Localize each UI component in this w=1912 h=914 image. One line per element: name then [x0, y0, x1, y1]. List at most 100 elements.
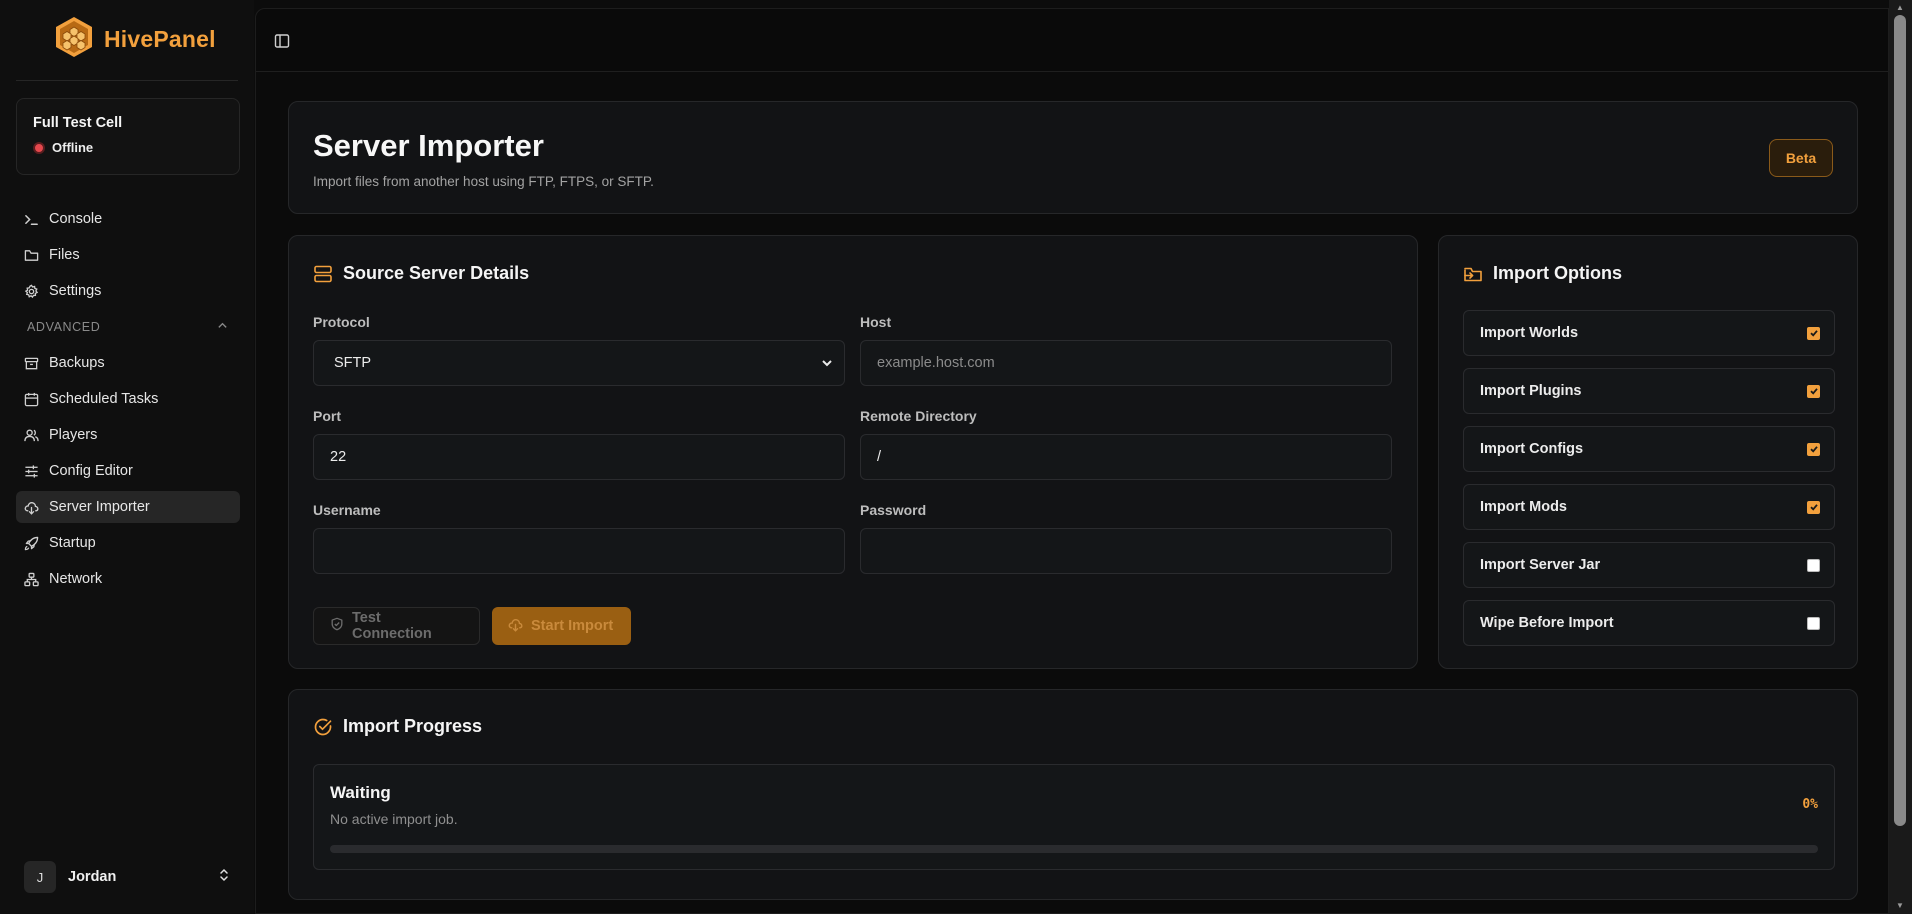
sidebar-item-config-editor[interactable]: Config Editor: [16, 455, 240, 487]
protocol-select[interactable]: SFTP: [313, 340, 845, 386]
progress-bar: [330, 845, 1818, 853]
checkbox-checked[interactable]: [1807, 442, 1820, 456]
sidebar-item-label: Server Importer: [49, 499, 150, 515]
protocol-label: Protocol: [313, 314, 370, 330]
option-wipe-before-import[interactable]: Wipe Before Import: [1463, 600, 1835, 646]
terminal-icon: [24, 212, 39, 227]
server-name: Full Test Cell: [33, 115, 123, 131]
chevron-down-icon: [820, 356, 834, 370]
checkbox-checked[interactable]: [1807, 384, 1820, 398]
sidebar-item-startup[interactable]: Startup: [16, 527, 240, 559]
option-label: Import Server Jar: [1480, 557, 1601, 573]
import-options-card: Import Options Import Worlds Import Plug…: [1438, 235, 1858, 669]
protocol-value: SFTP: [334, 355, 372, 371]
card-title: Source Server Details: [313, 263, 529, 284]
checkbox-checked[interactable]: [1807, 326, 1820, 340]
progress-detail: No active import job.: [330, 811, 458, 827]
scrollbar-thumb[interactable]: [1894, 15, 1906, 826]
avatar: J: [24, 861, 56, 893]
page-header-card: Server Importer Import files from anothe…: [288, 101, 1858, 214]
option-import-server-jar[interactable]: Import Server Jar: [1463, 542, 1835, 588]
honeycomb-logo-icon: [52, 15, 96, 64]
remote-directory-input[interactable]: /: [860, 434, 1392, 480]
sidebar-item-scheduled-tasks[interactable]: Scheduled Tasks: [16, 383, 240, 415]
sidebar-item-players[interactable]: Players: [16, 419, 240, 451]
host-input[interactable]: example.host.com: [860, 340, 1392, 386]
folder-icon: [24, 248, 39, 263]
option-import-mods[interactable]: Import Mods: [1463, 484, 1835, 530]
sidebar-toggle-icon[interactable]: [274, 33, 292, 51]
button-label: Start Import: [531, 618, 614, 634]
progress-percent: 0%: [1802, 797, 1818, 812]
server-status-label: Offline: [52, 140, 94, 155]
beta-badge: Beta: [1769, 139, 1833, 177]
checkbox-unchecked[interactable]: [1807, 616, 1820, 630]
source-server-card: Source Server Details Protocol SFTP Host…: [288, 235, 1418, 669]
start-import-button[interactable]: Start Import: [492, 607, 631, 645]
sidebar-item-label: Backups: [49, 355, 105, 371]
sidebar-item-network[interactable]: Network: [16, 563, 240, 595]
password-input[interactable]: [860, 528, 1392, 574]
sidebar-item-console[interactable]: Console: [16, 203, 240, 235]
brand-name: HivePanel: [104, 25, 216, 52]
rocket-icon: [24, 536, 39, 551]
scroll-down-arrow-icon[interactable]: ▼: [1895, 902, 1905, 910]
username-input[interactable]: [313, 528, 845, 574]
password-label: Password: [860, 502, 927, 518]
page-title: Server Importer: [313, 128, 544, 163]
option-label: Import Configs: [1480, 441, 1584, 457]
gear-icon: [24, 284, 39, 299]
section-label: ADVANCED: [27, 320, 101, 334]
option-label: Import Worlds: [1480, 325, 1579, 341]
sidebar-nav: Console Files Settings ADVANCED Backups: [16, 203, 240, 599]
scrollbar[interactable]: ▲ ▼: [1889, 0, 1912, 914]
sidebar-section-advanced[interactable]: ADVANCED: [16, 311, 240, 343]
network-icon: [24, 572, 39, 587]
sidebar-item-backups[interactable]: Backups: [16, 347, 240, 379]
option-import-plugins[interactable]: Import Plugins: [1463, 368, 1835, 414]
port-input[interactable]: 22: [313, 434, 845, 480]
remote-directory-label: Remote Directory: [860, 408, 977, 424]
brand[interactable]: HivePanel: [52, 16, 216, 62]
card-title: Import Options: [1463, 263, 1622, 284]
sidebar-item-label: Console: [49, 211, 103, 227]
host-label: Host: [860, 314, 892, 330]
sidebar-item-label: Players: [49, 427, 98, 443]
sidebar-item-label: Config Editor: [49, 463, 133, 479]
username-label: Username: [313, 502, 381, 518]
option-import-worlds[interactable]: Import Worlds: [1463, 310, 1835, 356]
import-progress-card: Import Progress Waiting No active import…: [288, 689, 1858, 900]
server-icon: [313, 264, 333, 284]
sidebar-item-label: Startup: [49, 535, 96, 551]
chevron-up-icon: [217, 320, 228, 334]
sidebar-item-label: Settings: [49, 283, 102, 299]
sidebar-item-files[interactable]: Files: [16, 239, 240, 271]
cloud-download-icon: [24, 500, 39, 515]
server-status: Offline: [33, 140, 223, 155]
progress-title: Import Progress: [343, 716, 483, 736]
option-label: Wipe Before Import: [1480, 615, 1614, 631]
sidebar-item-server-importer[interactable]: Server Importer: [16, 491, 240, 523]
users-icon: [24, 428, 39, 443]
sidebar-item-label: Scheduled Tasks: [49, 391, 159, 407]
sliders-icon: [24, 464, 39, 479]
checkbox-unchecked[interactable]: [1807, 558, 1820, 572]
server-card: Full Test Cell Offline: [16, 98, 240, 175]
source-title: Source Server Details: [343, 263, 530, 283]
option-import-configs[interactable]: Import Configs: [1463, 426, 1835, 472]
chevrons-up-down-icon: [218, 868, 230, 887]
divider: [16, 80, 238, 81]
card-title: Import Progress: [313, 716, 482, 737]
sidebar-item-settings[interactable]: Settings: [16, 275, 240, 307]
calendar-icon: [24, 392, 39, 407]
archive-icon: [24, 356, 39, 371]
check-circle-icon: [313, 717, 333, 737]
port-label: Port: [313, 408, 341, 424]
user-name: Jordan: [68, 869, 117, 885]
topbar: [256, 9, 1888, 72]
test-connection-button[interactable]: Test Connection: [313, 607, 480, 645]
checkbox-checked[interactable]: [1807, 500, 1820, 514]
scroll-up-arrow-icon[interactable]: ▲: [1895, 4, 1905, 12]
option-label: Import Mods: [1480, 499, 1567, 515]
user-menu[interactable]: J Jordan: [16, 860, 240, 894]
